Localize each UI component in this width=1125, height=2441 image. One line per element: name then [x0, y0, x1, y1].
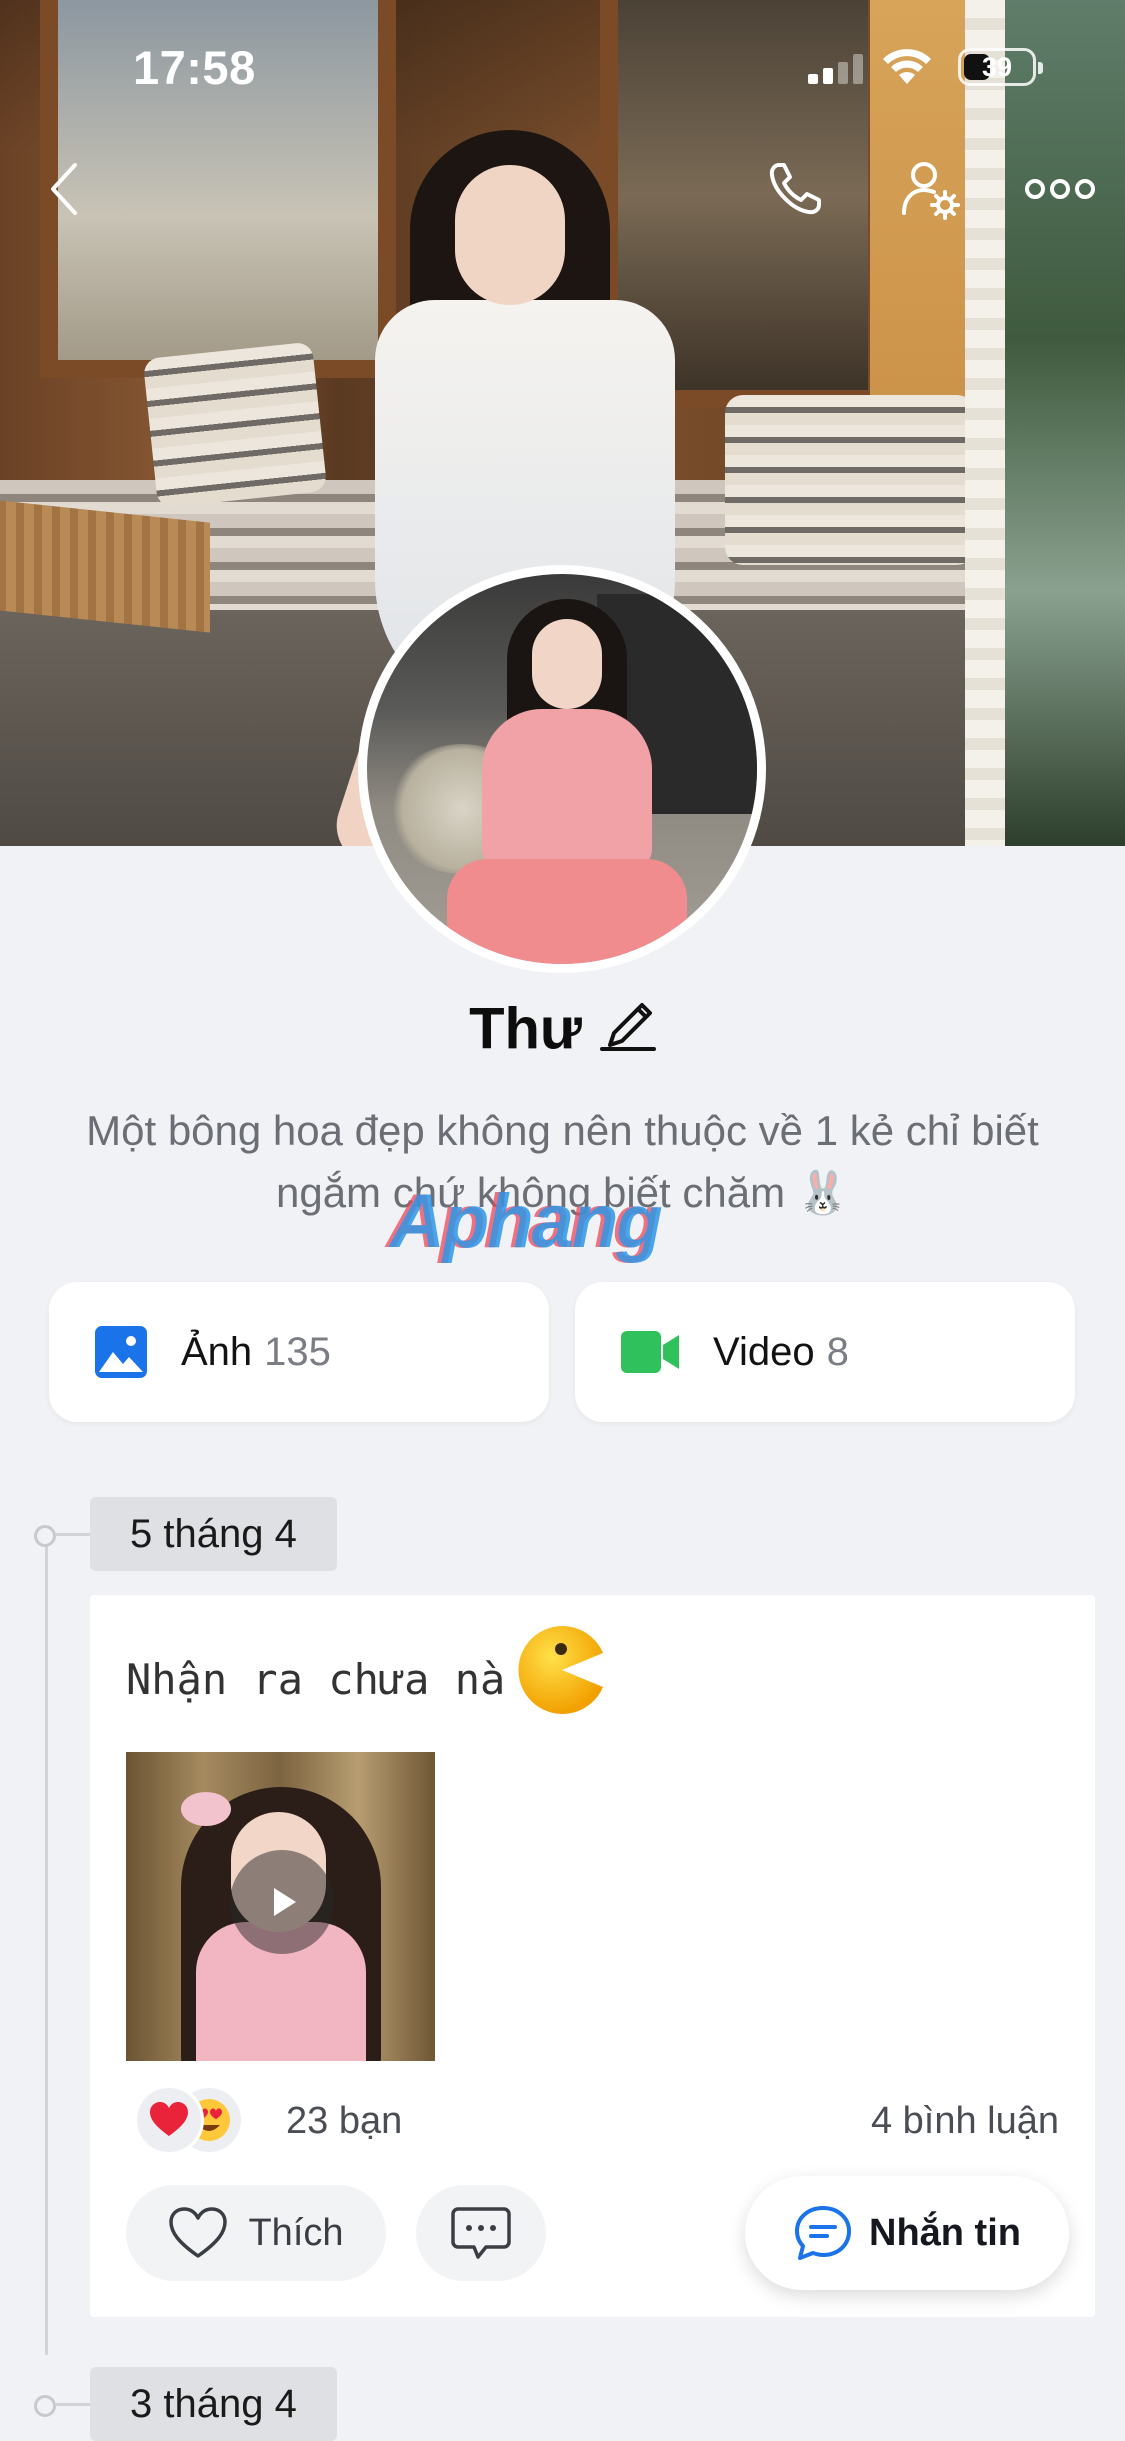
phone-icon[interactable]	[760, 154, 830, 224]
battery-icon: 39	[958, 48, 1043, 86]
videos-label: Video	[713, 1329, 815, 1374]
post-video-thumbnail[interactable]	[126, 1752, 435, 2061]
comment-button[interactable]	[416, 2185, 546, 2281]
profile-name-row: Thư	[0, 995, 1125, 1071]
pacman-emoji-icon	[518, 1626, 603, 1714]
video-camera-icon	[621, 1331, 679, 1373]
back-icon[interactable]	[30, 154, 100, 224]
heart-reaction-icon	[134, 2085, 204, 2155]
date-chip: 5 tháng 4	[90, 1497, 337, 1571]
cover-pillow-right	[725, 395, 975, 565]
cover-pillow-left	[142, 341, 328, 509]
timeline-dot	[34, 2395, 56, 2417]
timeline-line	[45, 1535, 48, 2355]
edit-pencil-icon[interactable]	[599, 989, 656, 1065]
post-caption: Nhận ra chưa nà	[126, 1655, 506, 1704]
more-icon[interactable]	[1025, 154, 1095, 224]
like-label: Thích	[248, 2211, 344, 2254]
status-time: 17:58	[133, 41, 256, 94]
chat-bubble-icon	[795, 2206, 851, 2260]
status-bar: 17:58 39	[0, 0, 1125, 130]
signal-icon	[808, 52, 864, 84]
reactions[interactable]	[134, 2085, 264, 2157]
message-button[interactable]: Nhắn tin	[745, 2176, 1069, 2290]
like-button[interactable]: Thích	[126, 2185, 386, 2281]
date-chip: 3 tháng 4	[90, 2367, 337, 2441]
timeline-dot	[34, 1525, 56, 1547]
wifi-icon	[883, 49, 931, 84]
comment-icon	[451, 2207, 511, 2259]
profile-name: Thư	[469, 996, 582, 1062]
photos-label: Ảnh	[181, 1329, 253, 1374]
avatar[interactable]	[358, 565, 766, 973]
photos-count: 135	[264, 1329, 331, 1374]
message-label: Nhắn tin	[869, 2211, 1021, 2254]
reactions-count[interactable]: 23 bạn	[286, 2100, 402, 2143]
heart-outline-icon	[169, 2207, 228, 2258]
comments-count[interactable]: 4 bình luận	[871, 2100, 1059, 2143]
play-icon[interactable]	[230, 1850, 334, 1954]
videos-button[interactable]: Video 8	[575, 1282, 1075, 1422]
battery-level: 39	[981, 52, 1013, 82]
top-action-bar	[0, 140, 1125, 240]
user-settings-icon[interactable]	[895, 154, 965, 224]
videos-count: 8	[826, 1329, 849, 1374]
watermark-logo: Aphang	[390, 1179, 663, 1264]
photos-button[interactable]: Ảnh 135	[49, 1282, 549, 1422]
image-icon	[95, 1326, 147, 1378]
